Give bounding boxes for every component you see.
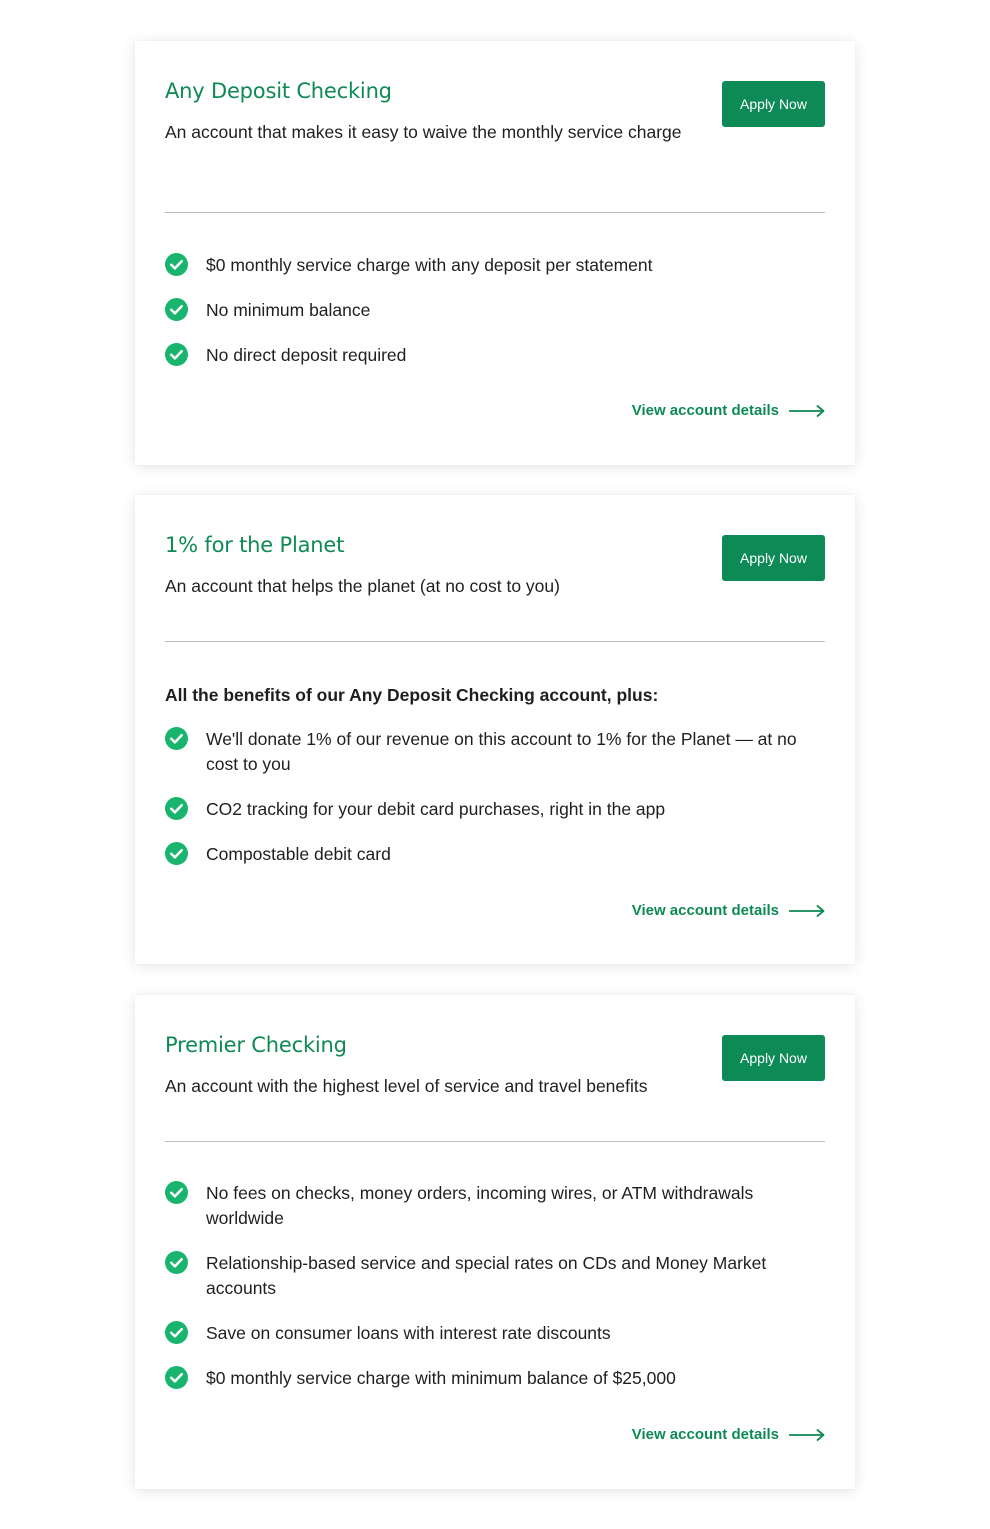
account-description: An account with the highest level of ser… (165, 1076, 648, 1096)
feature-item: $0 monthly service charge with any depos… (165, 253, 825, 278)
arrow-right-icon (789, 404, 825, 417)
feature-text: Relationship-based service and special r… (206, 1253, 767, 1298)
feature-text: CO2 tracking for your debit card purchas… (206, 799, 666, 819)
feature-item: Save on consumer loans with interest rat… (165, 1321, 825, 1346)
feature-item: We'll donate 1% of our revenue on this a… (165, 727, 825, 777)
account-card-any-deposit-checking: Any Deposit Checking An account that mak… (135, 41, 855, 465)
feature-list: $0 monthly service charge with any depos… (165, 253, 825, 388)
feature-text: Compostable debit card (206, 844, 391, 864)
feature-text: No minimum balance (206, 300, 371, 320)
feature-text: $0 monthly service charge with minimum b… (206, 1368, 676, 1388)
feature-text: No direct deposit required (206, 345, 407, 365)
divider (165, 212, 825, 213)
feature-item: $0 monthly service charge with minimum b… (165, 1366, 825, 1391)
check-circle-icon (165, 842, 188, 865)
feature-item: No direct deposit required (165, 343, 825, 368)
apply-now-button[interactable]: Apply Now (722, 535, 825, 581)
check-circle-icon (165, 253, 188, 276)
apply-now-button[interactable]: Apply Now (722, 81, 825, 127)
feature-text: We'll donate 1% of our revenue on this a… (206, 729, 797, 774)
account-title: Premier Checking (165, 1033, 347, 1057)
feature-item: CO2 tracking for your debit card purchas… (165, 797, 825, 822)
feature-list: We'll donate 1% of our revenue on this a… (165, 727, 825, 887)
feature-text: $0 monthly service charge with any depos… (206, 255, 653, 275)
details-link-label: View account details (631, 902, 779, 919)
details-link-label: View account details (631, 402, 779, 419)
feature-item: No fees on checks, money orders, incomin… (165, 1181, 825, 1231)
check-circle-icon (165, 1366, 188, 1389)
view-account-details-link[interactable]: View account details (632, 1426, 825, 1443)
account-title: 1% for the Planet (165, 533, 345, 557)
arrow-right-icon (789, 904, 825, 917)
view-account-details-link[interactable]: View account details (632, 902, 825, 919)
account-card-premier-checking: Premier Checking An account with the hig… (135, 995, 855, 1489)
feature-item: Compostable debit card (165, 842, 825, 867)
account-title: Any Deposit Checking (165, 79, 392, 103)
account-description: An account that makes it easy to waive t… (165, 122, 682, 142)
account-card-1-percent-for-the-planet: 1% for the Planet An account that helps … (135, 495, 855, 964)
account-description: An account that helps the planet (at no … (165, 576, 560, 596)
feature-item: Relationship-based service and special r… (165, 1251, 825, 1301)
feature-item: No minimum balance (165, 298, 825, 323)
check-circle-icon (165, 1321, 188, 1344)
check-circle-icon (165, 1181, 188, 1204)
check-circle-icon (165, 797, 188, 820)
divider (165, 1141, 825, 1142)
check-circle-icon (165, 1251, 188, 1274)
divider (165, 641, 825, 642)
feature-text: Save on consumer loans with interest rat… (206, 1323, 611, 1343)
check-circle-icon (165, 343, 188, 366)
check-circle-icon (165, 298, 188, 321)
arrow-right-icon (789, 1428, 825, 1441)
view-account-details-link[interactable]: View account details (632, 402, 825, 419)
benefits-intro: All the benefits of our Any Deposit Chec… (165, 685, 659, 705)
feature-text: No fees on checks, money orders, incomin… (206, 1183, 754, 1228)
feature-list: No fees on checks, money orders, incomin… (165, 1181, 825, 1411)
check-circle-icon (165, 727, 188, 750)
apply-now-button[interactable]: Apply Now (722, 1035, 825, 1081)
details-link-label: View account details (631, 1426, 779, 1443)
